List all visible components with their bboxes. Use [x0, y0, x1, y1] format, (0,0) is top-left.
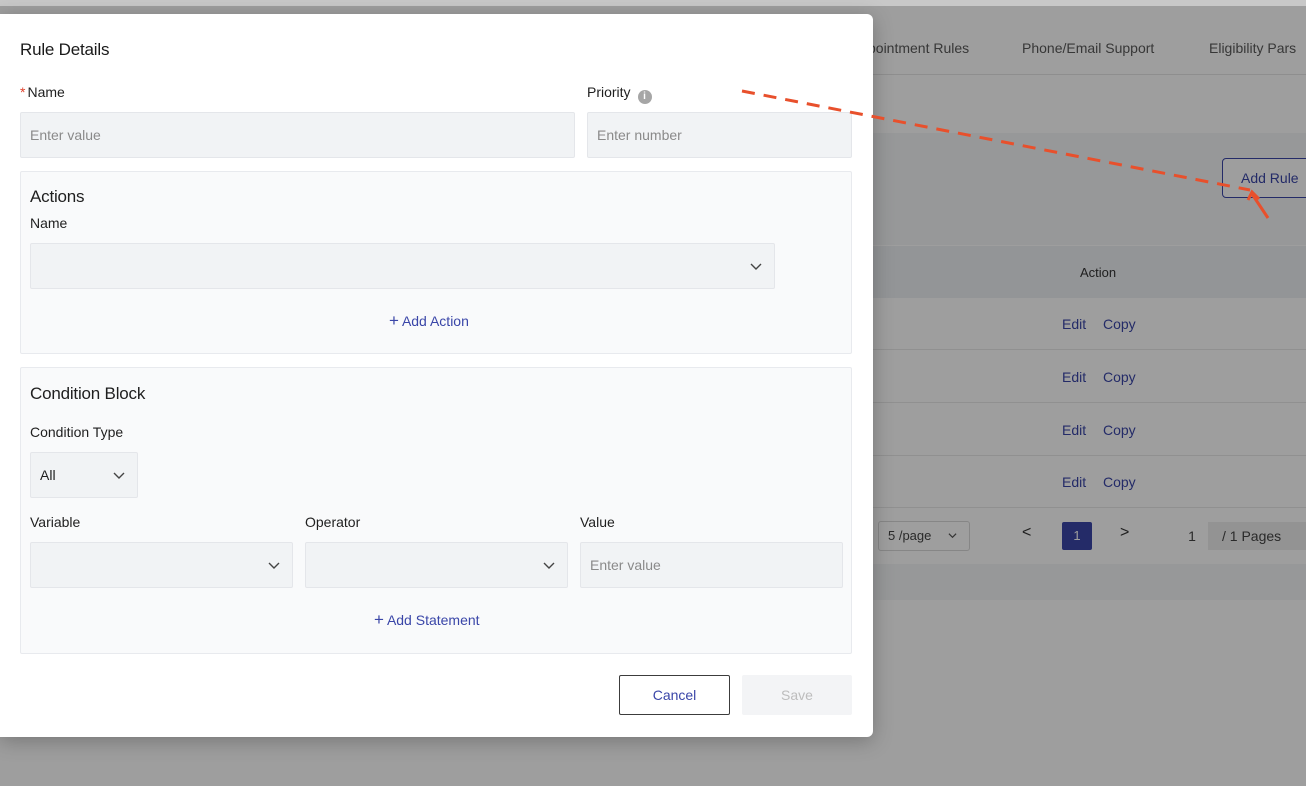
condition-type-select[interactable]: All — [30, 452, 138, 498]
condition-block-title: Condition Block — [30, 384, 146, 403]
priority-label: Priority i — [587, 84, 652, 104]
actions-title: Actions — [30, 187, 85, 206]
condition-type-value: All — [40, 467, 56, 483]
rule-details-modal: Rule Details *Name Priorityi Actions Nam… — [0, 14, 873, 737]
actions-section: Actions Name + Add Action — [20, 171, 852, 354]
variable-select[interactable] — [30, 542, 293, 588]
condition-type-label: Condition Type — [30, 424, 124, 440]
value-label: Value — [580, 514, 615, 530]
chevron-down-icon — [750, 263, 762, 270]
value-input[interactable] — [580, 542, 843, 588]
name-label-text: Name — [27, 84, 65, 100]
add-statement-button[interactable]: + Add Statement — [374, 610, 480, 630]
add-action-button[interactable]: + Add Action — [389, 311, 469, 331]
cancel-button[interactable]: Cancel — [619, 675, 730, 715]
condition-block-section: Condition Block Condition Type All Varia… — [20, 367, 852, 654]
info-icon[interactable]: i — [637, 90, 652, 104]
plus-icon: + — [374, 610, 384, 629]
chevron-down-icon — [543, 562, 555, 569]
action-name-select[interactable] — [30, 243, 775, 289]
required-mark: * — [20, 84, 26, 100]
variable-label: Variable — [30, 514, 81, 530]
action-name-label: Name — [30, 215, 68, 231]
chevron-down-icon — [268, 562, 280, 569]
name-input[interactable] — [20, 112, 575, 158]
save-button[interactable]: Save — [742, 675, 852, 715]
add-action-label: Add Action — [401, 313, 469, 329]
add-statement-label: Add Statement — [386, 612, 480, 628]
operator-select[interactable] — [305, 542, 568, 588]
name-label: * Name — [20, 84, 65, 100]
operator-label: Operator — [305, 514, 361, 530]
modal-title: Rule Details — [20, 40, 110, 59]
priority-input[interactable] — [587, 112, 852, 158]
priority-label-text: Priority — [587, 84, 631, 100]
plus-icon: + — [389, 311, 399, 330]
chevron-down-icon — [113, 472, 125, 479]
